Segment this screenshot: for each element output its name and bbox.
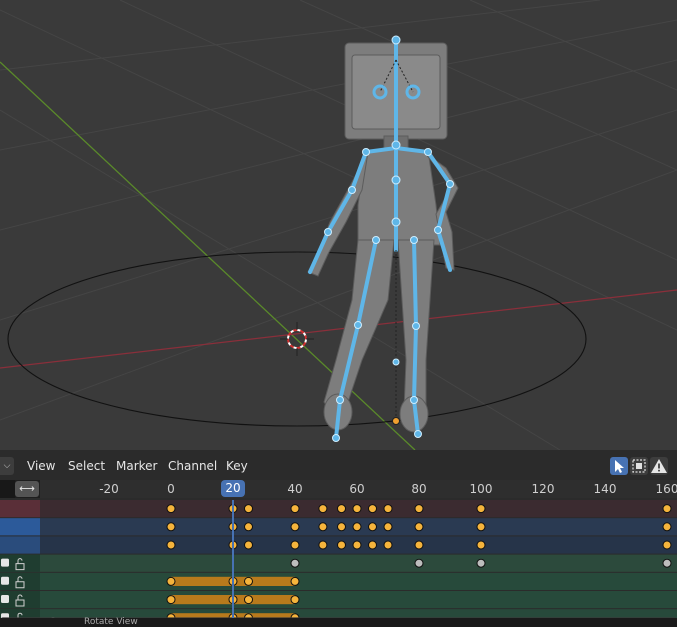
- channel-row-header[interactable]: [0, 518, 40, 536]
- keyframe[interactable]: [662, 540, 672, 550]
- warning-icon: [651, 459, 667, 473]
- keyframe[interactable]: [337, 522, 346, 532]
- menu-select[interactable]: Select: [68, 458, 105, 474]
- keyframe[interactable]: [337, 540, 346, 550]
- ruler-tick-label: -20: [99, 482, 119, 496]
- ruler-tick-label: 80: [411, 482, 427, 496]
- keyframe[interactable]: [337, 504, 346, 514]
- keyframe[interactable]: [290, 522, 300, 532]
- keyframe[interactable]: [290, 540, 300, 550]
- keyframe[interactable]: [662, 522, 672, 532]
- keyframe[interactable]: [662, 504, 672, 514]
- channel-search-field[interactable]: [0, 480, 15, 498]
- channel-row-header[interactable]: [0, 536, 40, 554]
- keyframe[interactable]: [166, 504, 176, 514]
- ruler-tick-label: 140: [593, 482, 617, 496]
- keyframe[interactable]: [166, 522, 176, 532]
- keyframe[interactable]: [383, 540, 393, 550]
- channel-row[interactable]: [0, 554, 677, 572]
- chevron-down-icon: ⌵: [3, 461, 11, 471]
- keyframe[interactable]: [476, 522, 486, 532]
- keyframe[interactable]: [476, 504, 486, 514]
- keyframe[interactable]: [244, 576, 253, 586]
- status-hint: Rotate View: [84, 617, 138, 627]
- select-box-button[interactable]: [630, 457, 648, 475]
- ruler-tick-label: 160: [655, 482, 677, 496]
- channel-region-toggle[interactable]: ⟷: [15, 481, 39, 497]
- menu-view[interactable]: View: [27, 458, 55, 474]
- select-tweak-button[interactable]: [610, 457, 628, 475]
- keyframe[interactable]: [383, 522, 393, 532]
- keyframe[interactable]: [244, 504, 253, 514]
- checkbox-icon[interactable]: [1, 595, 9, 603]
- menu-channel[interactable]: Channel: [168, 458, 217, 474]
- keyframe[interactable]: [368, 522, 377, 532]
- dope-sheet-editor[interactable]: ⌵ View Select Marker Channel Key ⟷ -20 0…: [0, 450, 677, 627]
- keyframe[interactable]: [368, 540, 377, 550]
- keyframe[interactable]: [244, 595, 253, 605]
- checkbox-icon[interactable]: [1, 576, 9, 585]
- keyframe[interactable]: [290, 558, 300, 568]
- ruler-tick-label: 100: [469, 482, 493, 496]
- keyframe[interactable]: [166, 576, 176, 586]
- keyframe[interactable]: [414, 540, 424, 550]
- keyframe[interactable]: [318, 522, 328, 532]
- keyframe[interactable]: [352, 504, 362, 514]
- menu-key[interactable]: Key: [226, 458, 248, 474]
- keyframe[interactable]: [244, 522, 253, 532]
- keyframe[interactable]: [368, 504, 377, 514]
- keyframe[interactable]: [662, 558, 672, 568]
- keyframe[interactable]: [290, 576, 300, 586]
- object-origin: [392, 417, 400, 425]
- keyframe[interactable]: [414, 522, 424, 532]
- checkbox-icon[interactable]: [1, 558, 9, 567]
- status-bar: Rotate View: [0, 618, 677, 627]
- keyframe[interactable]: [166, 595, 176, 605]
- keyframe[interactable]: [383, 504, 393, 514]
- keyframe[interactable]: [318, 504, 328, 514]
- channel-row-header[interactable]: [0, 500, 40, 518]
- keyframe[interactable]: [290, 595, 300, 605]
- keyframe[interactable]: [290, 504, 300, 514]
- 3d-viewport[interactable]: [0, 0, 677, 450]
- select-tweak-icon: [615, 460, 624, 473]
- channel-row[interactable]: [0, 591, 677, 609]
- keyframe[interactable]: [352, 540, 362, 550]
- ruler-tick-label: 40: [287, 482, 303, 496]
- keyframe[interactable]: [476, 540, 486, 550]
- ruler-tick-label: 120: [531, 482, 555, 496]
- frame-ruler[interactable]: ⟷ -20 0 40 60 80 100 120 140 160 20: [0, 480, 677, 498]
- menu-marker[interactable]: Marker: [116, 458, 157, 474]
- editor-type-dropdown[interactable]: ⌵: [0, 457, 14, 475]
- keyframe[interactable]: [318, 540, 328, 550]
- editor-header: ⌵ View Select Marker Channel Key: [0, 455, 677, 477]
- keyframe-channels[interactable]: [0, 500, 677, 627]
- channel-row[interactable]: [0, 572, 677, 590]
- keyframe[interactable]: [414, 504, 424, 514]
- keyframe[interactable]: [352, 522, 362, 532]
- ruler-tick-label: 0: [167, 482, 175, 496]
- ruler-tick-label: 60: [349, 482, 365, 496]
- current-frame-indicator[interactable]: 20: [221, 480, 245, 497]
- warning-button[interactable]: [650, 457, 668, 475]
- keyframe[interactable]: [244, 540, 253, 550]
- select-box-icon: [632, 459, 646, 473]
- keyframe[interactable]: [476, 558, 486, 568]
- keyframe[interactable]: [166, 540, 176, 550]
- keyframe[interactable]: [414, 558, 424, 568]
